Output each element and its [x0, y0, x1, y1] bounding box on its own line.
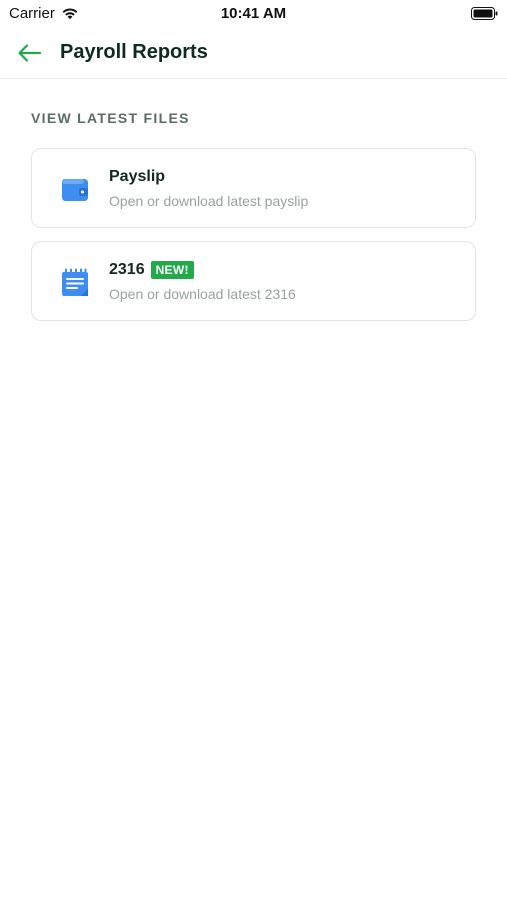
page-title: Payroll Reports: [60, 41, 208, 63]
section-heading: VIEW LATEST FILES: [31, 110, 190, 126]
card-title-row: Payslip: [109, 168, 165, 186]
status-time: 10:41 AM: [220, 5, 287, 22]
notepad-icon: [62, 268, 88, 296]
card-title: 2316: [109, 261, 145, 278]
payslip-card[interactable]: Payslip Open or download latest payslip: [31, 148, 476, 228]
card-subtitle: Open or download latest 2316: [109, 286, 296, 302]
battery-icon: [471, 7, 498, 20]
status-bar: Carrier 10:41 AM: [0, 0, 507, 30]
app-header: Payroll Reports: [0, 30, 507, 79]
wallet-icon: [62, 179, 88, 201]
new-badge: NEW!: [150, 261, 194, 279]
card-title-row: 2316 NEW!: [109, 261, 194, 279]
card-title: Payslip: [109, 168, 166, 185]
card-subtitle: Open or download latest payslip: [109, 193, 309, 209]
bir-2316-card[interactable]: 2316 NEW! Open or download latest 2316: [31, 241, 476, 321]
back-arrow-icon[interactable]: [16, 42, 42, 64]
